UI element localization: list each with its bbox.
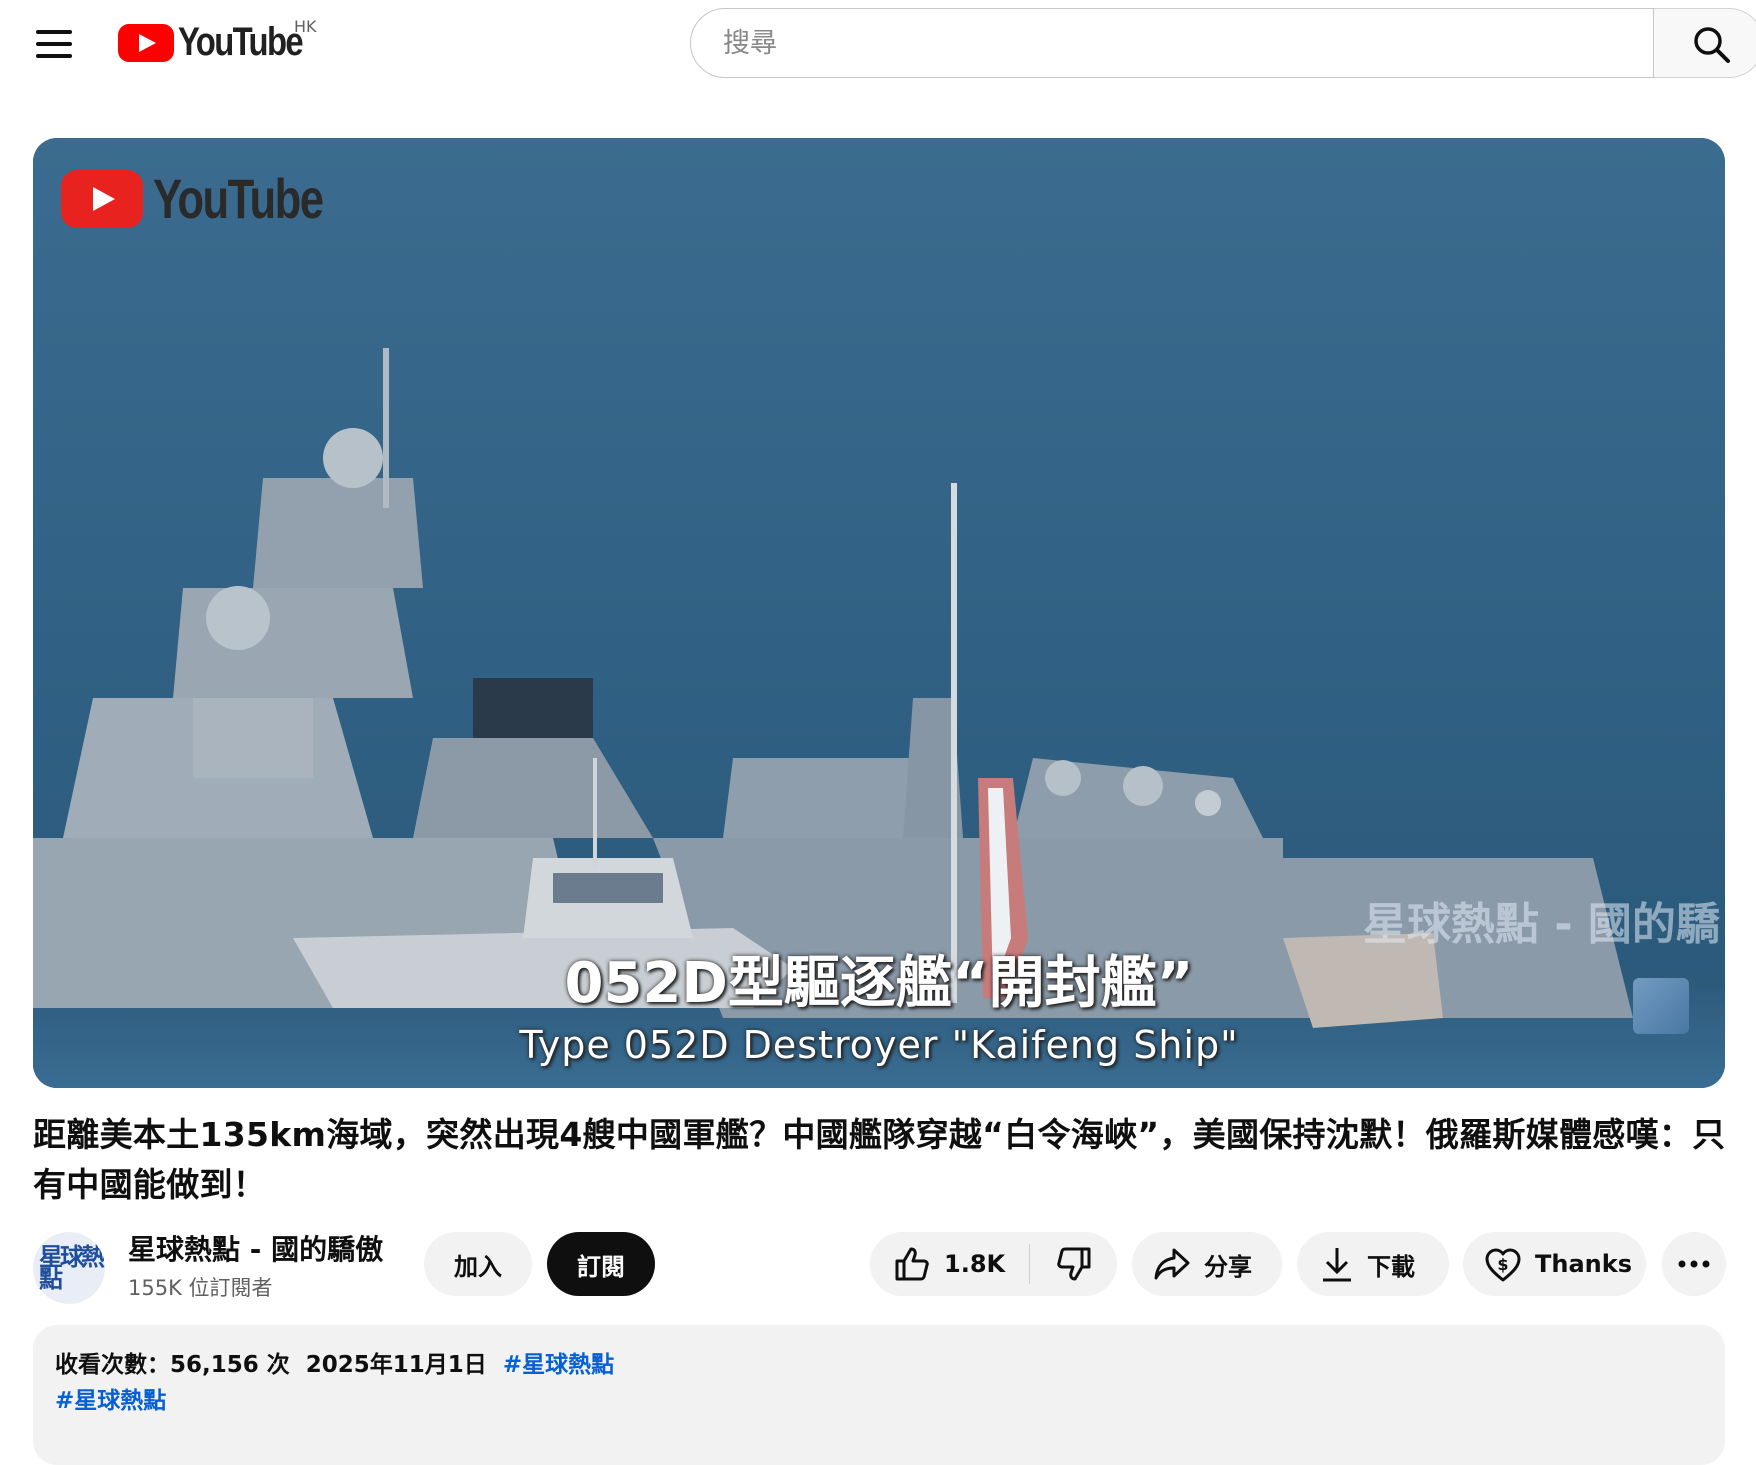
video-watermark-logo: YouTube (61, 166, 370, 231)
more-horizontal-icon (1678, 1260, 1710, 1268)
youtube-logo[interactable]: YouTube HK (118, 17, 329, 65)
logo-text: YouTube (178, 20, 304, 64)
search-input[interactable] (721, 26, 1605, 60)
channel-name[interactable]: 星球熱點 - 國的驕傲 (128, 1228, 383, 1268)
view-count: 收看次數：56,156 次 (55, 1352, 290, 1378)
avatar-text: 星球熱點 (39, 1243, 105, 1293)
share-button[interactable]: 分享 (1132, 1232, 1282, 1296)
dislike-button[interactable] (1030, 1232, 1117, 1296)
watermark-play-icon (61, 169, 143, 228)
thumbs-up-icon (895, 1247, 929, 1281)
search-button[interactable] (1654, 8, 1756, 78)
youtube-play-icon (118, 23, 174, 62)
download-icon (1323, 1248, 1351, 1282)
search-icon (1694, 27, 1730, 63)
download-label: 下載 (1367, 1252, 1415, 1281)
like-button[interactable]: 1.8K (870, 1232, 1029, 1296)
watermark-logo-text: YouTube (153, 167, 324, 230)
thanks-label: Thanks (1535, 1250, 1632, 1278)
download-button[interactable]: 下載 (1297, 1232, 1449, 1296)
subtitle-english: Type 052D Destroyer "Kaifeng Ship" (519, 1023, 1239, 1067)
subscriber-count: 155K 位訂閱者 (128, 1276, 273, 1300)
description-box[interactable]: 收看次數：56,156 次 2025年11月1日 #星球熱點 #星球熱點 (33, 1325, 1725, 1465)
description-meta: 收看次數：56,156 次 2025年11月1日 #星球熱點 (55, 1345, 614, 1379)
thumbs-down-icon (1056, 1247, 1091, 1281)
upload-date: 2025年11月1日 (305, 1352, 487, 1378)
svg-text:$: $ (1497, 1255, 1508, 1274)
like-count: 1.8K (944, 1250, 1006, 1278)
hashtag-link[interactable]: #星球熱點 (55, 1381, 166, 1415)
hashtag-link[interactable]: #星球熱點 (503, 1352, 614, 1378)
country-code: HK (294, 17, 317, 36)
thanks-button[interactable]: $ Thanks (1463, 1232, 1646, 1296)
like-dislike-group: 1.8K (870, 1232, 1117, 1296)
more-actions-button[interactable] (1662, 1232, 1726, 1296)
search-bar (690, 8, 1654, 78)
join-button[interactable]: 加入 (424, 1232, 532, 1296)
share-label: 分享 (1204, 1252, 1252, 1281)
menu-icon[interactable] (36, 30, 72, 58)
heart-dollar-icon: $ (1485, 1248, 1521, 1282)
video-title: 距離美本土135km海域，突然出現4艘中國軍艦？中國艦隊穿越“白令海峽”，美國保… (33, 1115, 1726, 1204)
video-player[interactable]: YouTube 星球熱點 - 國的驕 052D型驅逐艦“開封艦” Type 05… (33, 138, 1725, 1088)
subtitle-chinese: 052D型驅逐艦“開封艦” (564, 951, 1194, 1016)
channel-avatar[interactable]: 星球熱點 (33, 1232, 105, 1304)
share-icon (1154, 1248, 1190, 1280)
subscribe-button[interactable]: 訂閱 (547, 1232, 655, 1296)
